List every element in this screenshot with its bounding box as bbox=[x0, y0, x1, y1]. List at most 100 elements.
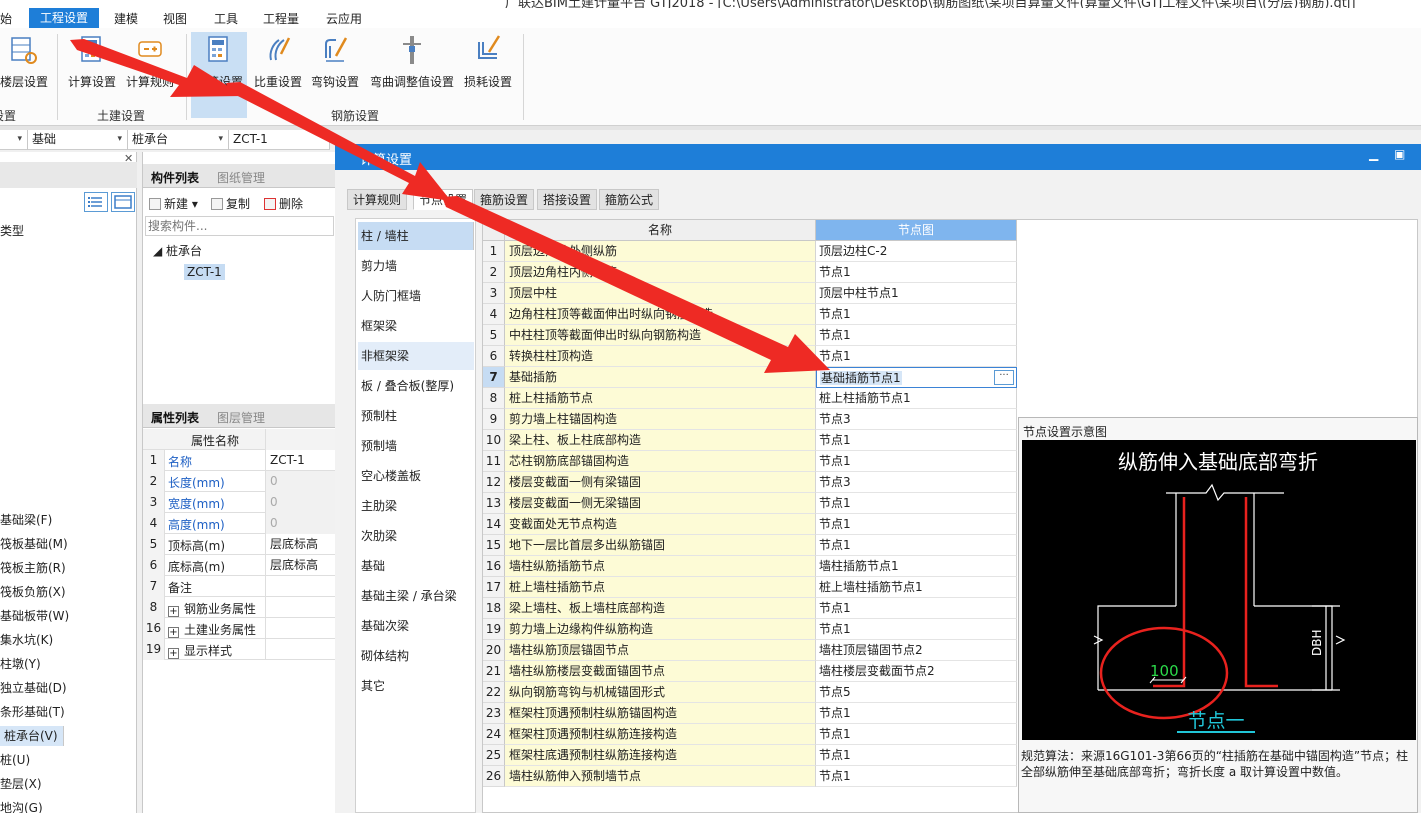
menu-modeling[interactable]: 建模 bbox=[114, 10, 138, 27]
table-row[interactable]: 26 墙柱纵筋伸入预制墙节点 节点1 bbox=[483, 766, 1017, 787]
category-item[interactable]: 人防门框墙 bbox=[358, 282, 474, 310]
table-row[interactable]: 10 梁上柱、板上柱底部构造 节点1 bbox=[483, 430, 1017, 451]
table-row[interactable]: 7 基础插筋 基础插筋节点1 ··· bbox=[483, 367, 1017, 388]
row-node-cell[interactable]: 桩上墙柱插筋节点1 bbox=[816, 577, 1017, 598]
table-row[interactable]: 2 顶层边角柱内侧纵筋 节点1 bbox=[483, 262, 1017, 283]
category-item[interactable]: 框架梁 bbox=[358, 312, 474, 340]
row-node-cell[interactable]: 墙柱楼层变截面节点2 bbox=[816, 661, 1017, 682]
category-item[interactable]: 主肋梁 bbox=[358, 492, 474, 520]
menu-cloud-apps[interactable]: 云应用 bbox=[326, 10, 362, 27]
rebar-calc-settings-button[interactable]: 计算设置 bbox=[191, 32, 247, 118]
bend-adjust-settings-button[interactable]: 弯曲调整值设置 bbox=[367, 32, 457, 118]
category-item[interactable]: 其它 bbox=[358, 672, 474, 700]
tab-property-list[interactable]: 属性列表 bbox=[151, 409, 199, 426]
floor-select[interactable]: ▾ bbox=[0, 130, 28, 150]
row-node-cell[interactable]: 节点1 bbox=[816, 703, 1017, 724]
property-value[interactable]: 层底标高 bbox=[265, 555, 336, 576]
table-row[interactable]: 19 剪力墙上边缘构件纵筋构造 节点1 bbox=[483, 619, 1017, 640]
menu-project-settings[interactable]: 工程设置 bbox=[29, 8, 100, 28]
row-node-cell[interactable]: 顶层边柱C-2 bbox=[816, 241, 1017, 262]
category-item[interactable]: 基础主梁 / 承台梁 bbox=[358, 582, 474, 610]
menu-tools[interactable]: 工具 bbox=[214, 10, 238, 27]
tab-lap-settings[interactable]: 搭接设置 bbox=[537, 189, 598, 210]
row-node-cell[interactable]: 节点3 bbox=[816, 409, 1017, 430]
table-row[interactable]: 23 框架柱顶遇预制柱纵筋锚固构造 节点1 bbox=[483, 703, 1017, 724]
tab-component-list[interactable]: 构件列表 bbox=[151, 169, 199, 186]
element-type-item[interactable]: 垫层(X) bbox=[0, 774, 42, 794]
property-value[interactable]: ZCT-1 bbox=[265, 450, 336, 471]
menu-quantities[interactable]: 工程量 bbox=[263, 10, 299, 27]
tree-node-zct1[interactable]: ZCT-1 bbox=[184, 264, 225, 280]
table-row[interactable]: 6 转换柱柱顶构造 节点1 bbox=[483, 346, 1017, 367]
table-row[interactable]: 20 墙柱纵筋顶层锚固节点 墙柱顶层锚固节点2 bbox=[483, 640, 1017, 661]
property-row[interactable]: 16 + 土建业务属性 bbox=[143, 618, 336, 639]
row-node-cell[interactable]: 桩上柱插筋节点1 bbox=[816, 388, 1017, 409]
category-item[interactable]: 空心楼盖板 bbox=[358, 462, 474, 490]
maximize-icon[interactable]: ▣ bbox=[1394, 147, 1405, 161]
property-value[interactable]: 层底标高 bbox=[265, 534, 336, 555]
hook-settings-button[interactable]: 弯钩设置 bbox=[307, 32, 363, 118]
property-row[interactable]: 1 名称 ZCT-1 bbox=[143, 450, 336, 471]
row-node-cell[interactable]: 基础插筋节点1 ··· bbox=[816, 367, 1017, 388]
property-value[interactable] bbox=[265, 597, 336, 618]
element-type-item[interactable]: 筏板负筋(X) bbox=[0, 582, 66, 602]
tab-stirrup-formula[interactable]: 箍筋公式 bbox=[599, 189, 660, 210]
element-type-item[interactable]: 柱墩(Y) bbox=[0, 654, 41, 674]
row-node-cell[interactable]: 节点1 bbox=[816, 514, 1017, 535]
table-row[interactable]: 13 楼层变截面一侧无梁锚固 节点1 bbox=[483, 493, 1017, 514]
row-node-cell[interactable]: 节点1 bbox=[816, 262, 1017, 283]
property-value[interactable] bbox=[265, 618, 336, 639]
table-row[interactable]: 22 纵向钢筋弯钩与机械锚固形式 节点5 bbox=[483, 682, 1017, 703]
tab-layer-management[interactable]: 图层管理 bbox=[211, 404, 283, 427]
element-type-item[interactable]: 独立基础(D) bbox=[0, 678, 67, 698]
expand-icon[interactable]: + bbox=[168, 648, 179, 659]
tab-stirrup-settings[interactable]: 箍筋设置 bbox=[474, 189, 535, 210]
table-row[interactable]: 3 顶层中柱 顶层中柱节点1 bbox=[483, 283, 1017, 304]
property-value[interactable]: 0 bbox=[265, 513, 336, 534]
table-row[interactable]: 12 楼层变截面一侧有梁锚固 节点3 bbox=[483, 472, 1017, 493]
row-node-cell[interactable]: 节点1 bbox=[816, 325, 1017, 346]
category-item[interactable]: 预制柱 bbox=[358, 402, 474, 430]
table-row[interactable]: 24 框架柱顶遇预制柱纵筋连接构造 节点1 bbox=[483, 724, 1017, 745]
category-item[interactable]: 板 / 叠合板(整厚) bbox=[358, 372, 474, 400]
table-row[interactable]: 17 桩上墙柱插筋节点 桩上墙柱插筋节点1 bbox=[483, 577, 1017, 598]
property-row[interactable]: 19 + 显示样式 bbox=[143, 639, 336, 660]
delete-button[interactable]: 删除 bbox=[264, 195, 303, 212]
property-row[interactable]: 4 高度(mm) 0 bbox=[143, 513, 336, 534]
element-type-item[interactable]: 桩承台(V) bbox=[0, 726, 64, 746]
loss-settings-button[interactable]: 损耗设置 bbox=[460, 32, 516, 118]
element-type-item[interactable]: 基础板带(W) bbox=[0, 606, 69, 626]
grid-view-button[interactable] bbox=[111, 192, 135, 212]
table-row[interactable]: 16 墙柱纵筋插筋节点 墙柱插筋节点1 bbox=[483, 556, 1017, 577]
table-row[interactable]: 15 地下一层比首层多出纵筋锚固 节点1 bbox=[483, 535, 1017, 556]
row-node-cell[interactable]: 节点1 bbox=[816, 451, 1017, 472]
table-row[interactable]: 11 芯柱钢筋底部锚固构造 节点1 bbox=[483, 451, 1017, 472]
row-node-cell[interactable]: 节点1 bbox=[816, 598, 1017, 619]
table-row[interactable]: 1 顶层边角柱外侧纵筋 顶层边柱C-2 bbox=[483, 241, 1017, 262]
property-row[interactable]: 3 宽度(mm) 0 bbox=[143, 492, 336, 513]
property-row[interactable]: 2 长度(mm) 0 bbox=[143, 471, 336, 492]
floor-settings-button[interactable]: 楼层设置 bbox=[0, 32, 52, 118]
property-value[interactable]: 0 bbox=[265, 492, 336, 513]
row-node-cell[interactable]: 节点3 bbox=[816, 472, 1017, 493]
row-node-cell[interactable]: 节点1 bbox=[816, 766, 1017, 787]
civil-calc-settings-button[interactable]: 计算设置 bbox=[64, 32, 120, 118]
category-item[interactable]: 次肋梁 bbox=[358, 522, 474, 550]
row-node-cell[interactable]: 节点1 bbox=[816, 619, 1017, 640]
table-row[interactable]: 5 中柱柱顶等截面伸出时纵向钢筋构造 节点1 bbox=[483, 325, 1017, 346]
row-node-cell[interactable]: 节点1 bbox=[816, 745, 1017, 766]
table-row[interactable]: 25 框架柱底遇预制柱纵筋连接构造 节点1 bbox=[483, 745, 1017, 766]
tab-calc-rules[interactable]: 计算规则 bbox=[347, 189, 408, 210]
category-item[interactable]: 基础次梁 bbox=[358, 612, 474, 640]
table-row[interactable]: 14 变截面处无节点构造 节点1 bbox=[483, 514, 1017, 535]
category-item[interactable]: 基础 bbox=[358, 552, 474, 580]
category-item[interactable]: 柱 / 墙柱 bbox=[358, 222, 474, 250]
element-type-item[interactable]: 基础梁(F) bbox=[0, 510, 52, 530]
property-row[interactable]: 8 + 钢筋业务属性 bbox=[143, 597, 336, 618]
row-node-cell[interactable]: 节点1 bbox=[816, 304, 1017, 325]
element-type-item[interactable]: 桩(U) bbox=[0, 750, 30, 770]
density-settings-button[interactable]: 比重设置 bbox=[250, 32, 306, 118]
minimize-icon[interactable]: ▁ bbox=[1369, 147, 1378, 161]
copy-button[interactable]: 复制 bbox=[211, 195, 250, 212]
row-node-cell[interactable]: 墙柱插筋节点1 bbox=[816, 556, 1017, 577]
